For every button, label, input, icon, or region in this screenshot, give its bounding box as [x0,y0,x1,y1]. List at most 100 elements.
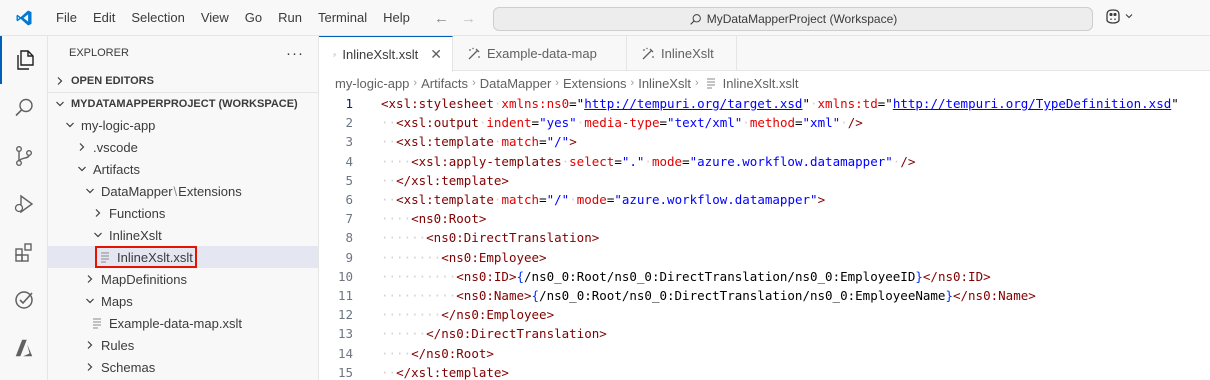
code-text: ····<ns0:Root> [381,211,487,227]
explorer-icon[interactable] [0,36,48,84]
code-line-15: 15 ··</xsl:template> [319,363,1210,380]
code-line-5: 5 ··</xsl:template> [319,171,1210,190]
tree-folder-maps[interactable]: Maps [48,290,318,312]
line-number: 14 [337,345,353,361]
code-line-4: 4 ····<xsl:apply-templates·select="."·mo… [319,152,1210,171]
code-editor[interactable]: 1 <xsl:stylesheet·xmlns:ns0="http://temp… [319,94,1210,380]
code-text: ··········<ns0:Name>{/ns0_0:Root/ns0_0:D… [381,288,1036,304]
chevron-right-icon: › [555,77,559,89]
menu-bar: File Edit Selection View Go Run Terminal… [48,0,418,36]
menu-help[interactable]: Help [375,0,418,36]
tree-label: Functions [109,205,166,221]
azure-icon[interactable] [0,324,48,372]
code-line-10: 10 ··········<ns0:ID>{/ns0_0:Root/ns0_0:… [319,267,1210,286]
file-icon [333,53,336,57]
chevron-down-icon [74,161,90,177]
tree-label: Example-data-map.xslt [109,315,242,331]
source-control-icon[interactable] [0,132,48,180]
breadcrumb-item[interactable]: my-logic-app [335,76,409,91]
tree-label: Extensions [178,183,242,199]
menu-view[interactable]: View [193,0,237,36]
path-separator: \ [173,183,178,199]
tab-example-data-map[interactable]: Example-data-map [453,36,627,71]
line-number: 12 [337,307,353,323]
chevron-right-icon: › [630,77,635,89]
code-text: ······<ns0:DirectTranslation> [381,230,600,246]
code-line-8: 8 ······<ns0:DirectTranslation> [319,228,1210,247]
workspace-label: MYDATAMAPPERPROJECT (WORKSPACE) [71,97,298,110]
tab-label: InlineXslt [661,46,714,61]
code-line-6: 6 ··<xsl:template·match="/"·mode="azure.… [319,190,1210,209]
vscode-logo-icon [0,0,48,36]
chevron-right-icon: › [472,77,476,89]
chevron-down-icon [82,183,98,199]
command-center-label: MyDataMapperProject (Workspace) [706,12,898,26]
run-debug-icon[interactable] [0,180,48,228]
copilot-button[interactable] [1104,8,1133,24]
tree-folder-inlinexslt[interactable]: InlineXslt [48,224,318,246]
search-icon [689,13,701,25]
search-icon[interactable] [0,84,48,132]
breadcrumb-item[interactable]: Extensions [563,76,627,91]
tree-label: .vscode [93,139,138,155]
chevron-right-icon [82,337,98,353]
tree-folder-mapdefinitions[interactable]: MapDefinitions [48,268,318,290]
testing-icon[interactable] [0,276,48,324]
menu-run[interactable]: Run [270,0,310,36]
chevron-right-icon [82,271,98,287]
breadcrumb-item[interactable]: InlineXslt.xslt [723,76,799,91]
line-number: 6 [345,192,353,208]
open-editors-section[interactable]: OPEN EDITORS [48,70,318,92]
code-text: ··········<ns0:ID>{/ns0_0:Root/ns0_0:Dir… [381,268,991,284]
extensions-icon[interactable] [0,228,48,276]
tab-inlinexslt[interactable]: InlineXslt [627,36,737,71]
tree-label: InlineXslt.xslt [117,249,193,265]
data-mapper-icon [642,47,654,59]
menu-terminal[interactable]: Terminal [310,0,375,36]
code-text: ········<ns0:Employee> [381,249,547,265]
code-line-3: 3 ··<xsl:template·match="/"> [319,132,1210,151]
workspace-section[interactable]: MYDATAMAPPERPROJECT (WORKSPACE) [48,92,318,114]
tree-folder-artifacts[interactable]: Artifacts [48,158,318,180]
code-line-7: 7 ····<ns0:Root> [319,209,1210,228]
menu-edit[interactable]: Edit [85,0,123,36]
tree-label: Schemas [101,359,156,375]
breadcrumb: my-logic-app › Artifacts › DataMapper › … [335,72,799,94]
code-text: ··</xsl:template> [381,172,509,188]
line-number: 8 [345,230,353,246]
tree-folder-functions[interactable]: Functions [48,202,318,224]
file-icon [706,78,715,89]
menu-file[interactable]: File [48,0,85,36]
menu-selection[interactable]: Selection [123,0,192,36]
tree-folder-datamapper-extensions[interactable]: DataMapper \ Extensions [48,180,318,202]
command-center[interactable]: MyDataMapperProject (Workspace) [493,7,1093,31]
line-number: 10 [337,268,353,284]
code-text: <xsl:stylesheet·xmlns:ns0="http://tempur… [381,96,1179,112]
tab-inlinexslt-xslt[interactable]: InlineXslt.xslt ✕ [319,36,453,72]
code-line-14: 14 ····</ns0:Root> [319,344,1210,363]
line-number: 2 [345,115,353,131]
tree-folder-vscode[interactable]: .vscode [48,136,318,158]
code-line-1: 1 <xsl:stylesheet·xmlns:ns0="http://temp… [319,94,1210,113]
chevron-right-icon [52,73,68,89]
tree-file-example-data-map[interactable]: Example-data-map.xslt [48,312,318,334]
more-actions-icon[interactable]: ··· [286,45,304,62]
chevron-right-icon: › [694,77,699,89]
chevron-right-icon [82,359,98,375]
chevron-right-icon [90,205,106,221]
close-icon[interactable]: ✕ [430,46,442,63]
data-mapper-icon [468,47,480,59]
breadcrumb-item[interactable]: Artifacts [421,76,468,91]
forward-arrow-icon[interactable]: → [461,10,476,27]
tree-file-inlinexslt-xslt[interactable]: InlineXslt.xslt [48,246,318,268]
back-arrow-icon[interactable]: ← [434,10,449,27]
menu-go[interactable]: Go [237,0,270,36]
breadcrumb-item[interactable]: DataMapper [480,76,552,91]
tab-label: InlineXslt.xslt [342,47,419,62]
breadcrumb-item[interactable]: InlineXslt [638,76,691,91]
tree-folder-rules[interactable]: Rules [48,334,318,356]
chevron-down-icon [52,96,68,112]
code-text: ····<xsl:apply-templates·select="."·mode… [381,153,916,169]
tree-folder-schemas[interactable]: Schemas [48,356,318,378]
tree-folder-my-logic-app[interactable]: my-logic-app [48,114,318,136]
